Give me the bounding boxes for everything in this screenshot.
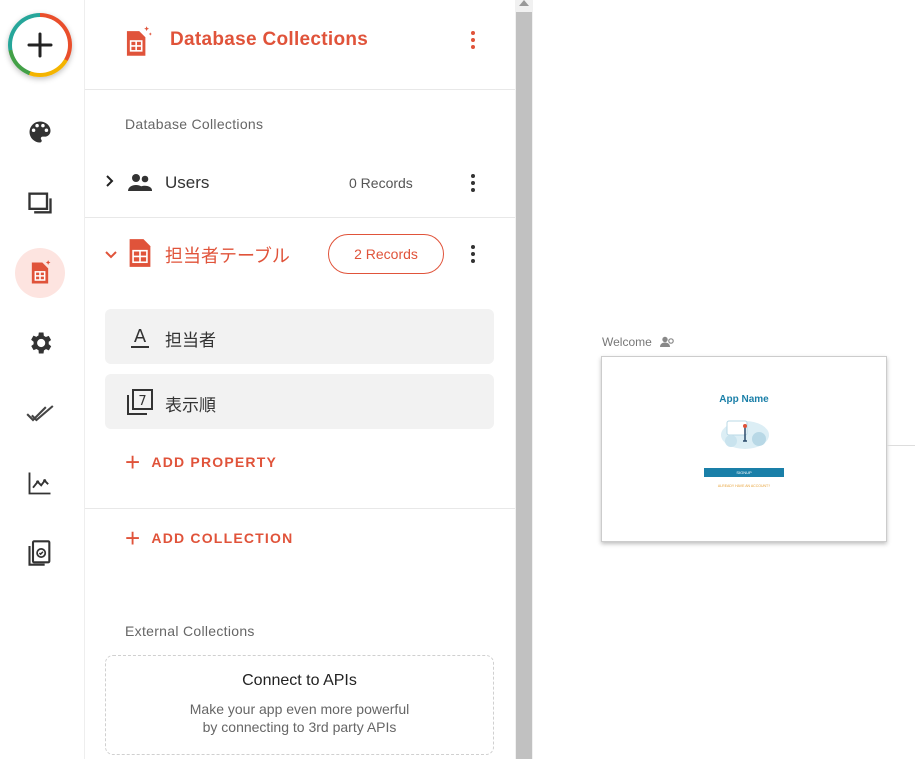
divider [85,508,515,509]
records-count: 0 Records [349,175,413,191]
collection-row-table[interactable]: 担当者テーブル 2 Records [85,220,515,288]
collection-label: Users [165,173,210,192]
property-label: 表示順 [165,396,216,415]
scroll-thumb[interactable] [516,12,532,759]
rail-item-publish[interactable] [15,528,65,578]
property-label: 担当者 [165,331,216,350]
rail-item-branding[interactable] [15,107,65,157]
add-button[interactable] [8,13,72,77]
add-property-button[interactable]: + ADD PROPERTY [125,447,278,477]
collections-panel: Database Collections Database Collection… [85,0,515,759]
plus-icon: + [125,447,142,477]
rail-item-checks[interactable] [15,388,65,438]
add-collection-label: ADD COLLECTION [151,530,294,546]
analytics-icon [28,472,51,495]
publish-icon [28,540,51,566]
gear-icon [31,332,52,354]
panel-header: Database Collections [85,0,515,90]
rail-item-screens[interactable] [15,178,65,228]
chevron-right-icon[interactable] [105,174,115,190]
double-check-icon [26,405,54,422]
table-icon [129,239,151,267]
section-label-database: Database Collections [125,116,264,132]
svg-text:A: A [134,326,147,347]
signup-button: SIGNUP [704,468,784,477]
connector-line [887,445,915,446]
scrollbar[interactable] [515,0,533,759]
svg-text:7: 7 [138,394,146,409]
number-icon: 7 [125,387,155,417]
api-card-title: Connect to APIs [242,672,357,689]
records-button[interactable]: 2 Records [328,234,444,274]
screens-icon [28,192,52,214]
screen-label: Welcome [602,335,674,349]
text-icon: A [125,322,155,352]
api-card-description: Make your app even more powerful by conn… [106,700,493,736]
api-card-line: by connecting to 3rd party APIs [202,719,397,735]
screen-thumbnail-welcome[interactable]: App Name SIGNUP ALREADY HAVE AN ACCOUNT? [601,356,887,542]
api-card-line: Make your app even more powerful [189,701,410,717]
rail-item-analytics[interactable] [15,458,65,508]
login-link: ALREADY HAVE AN ACCOUNT? [717,484,771,488]
add-collection-button[interactable]: + ADD COLLECTION [125,523,294,553]
panel-more-button[interactable] [463,26,483,54]
plus-icon: + [125,523,142,553]
database-icon [126,26,152,56]
collection-row-users[interactable]: Users 0 Records [85,150,515,218]
collection-more-button[interactable] [463,169,483,197]
user-gear-icon [659,336,674,347]
property-item[interactable]: 7 表示順 [105,374,494,429]
canvas[interactable]: Welcome App Name SIGNUP ALREADY HAVE AN … [533,0,915,759]
palette-icon [29,121,51,143]
collection-label: 担当者テーブル [165,246,290,266]
people-icon [128,174,152,191]
property-item[interactable]: A 担当者 [105,309,494,364]
rail-item-database[interactable] [15,248,65,298]
plus-icon [12,17,68,73]
rail-item-settings[interactable] [15,318,65,368]
chevron-down-icon[interactable] [105,247,117,263]
section-label-external: External Collections [125,623,255,639]
add-property-label: ADD PROPERTY [151,454,278,470]
screen-name: Welcome [602,335,652,349]
connect-api-card[interactable]: Connect to APIs Make your app even more … [105,655,494,755]
app-name: App Name [719,394,769,405]
collection-more-button[interactable] [463,240,483,268]
left-rail [0,0,85,759]
database-icon [31,260,51,284]
scroll-up-icon[interactable] [519,0,529,6]
welcome-illustration [721,420,769,449]
page-title: Database Collections [170,29,369,50]
